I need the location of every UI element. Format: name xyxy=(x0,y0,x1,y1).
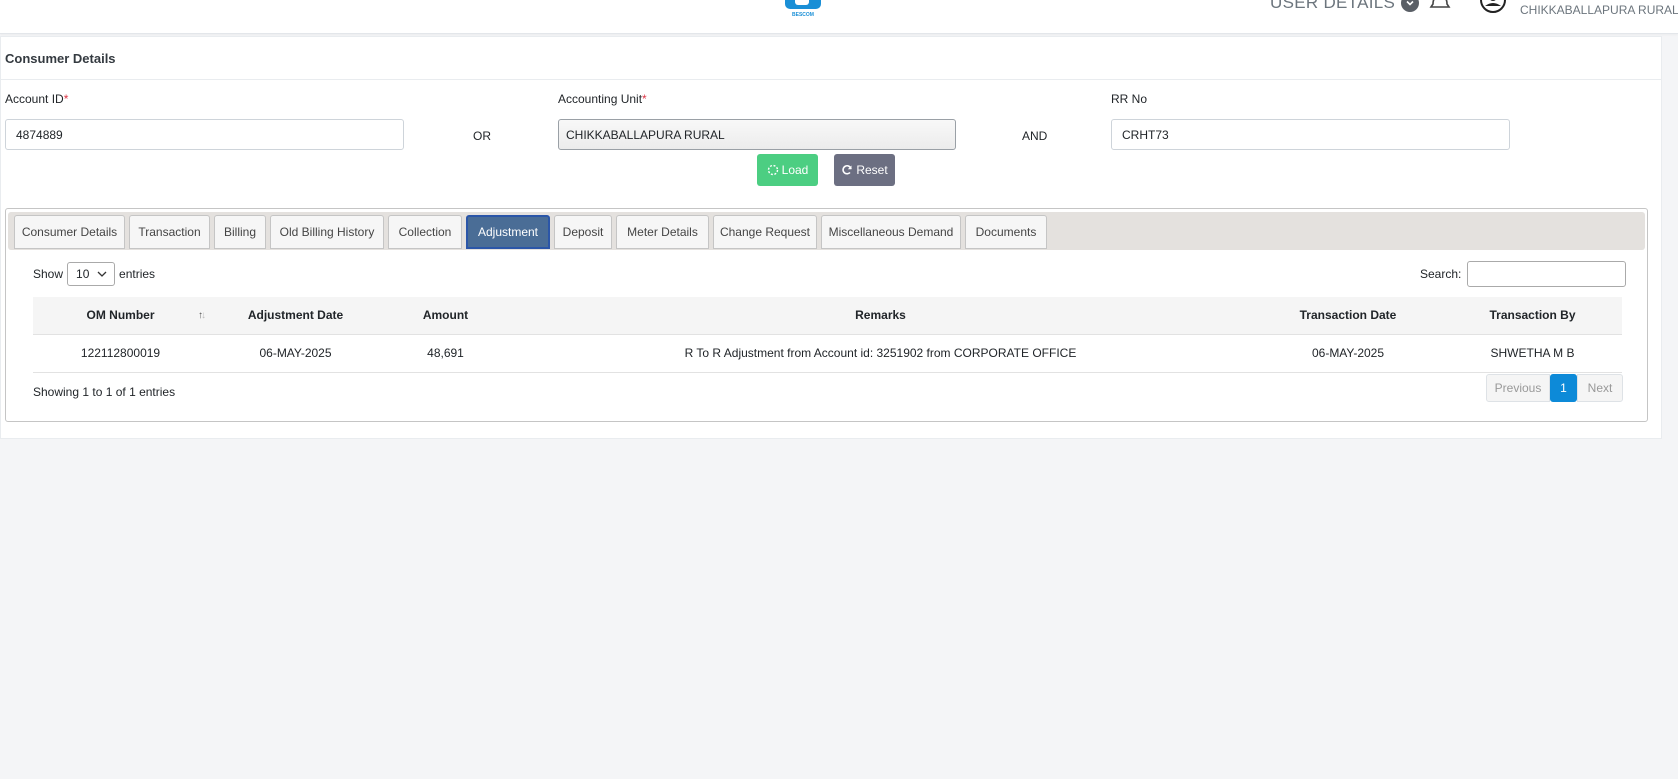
adjustment-table: OM Number ↑↓ Adjustment Date Amount Rema… xyxy=(33,297,1622,373)
show-label: Show xyxy=(33,267,64,281)
logo-text: BESCOM xyxy=(792,12,814,18)
top-header: BESCOM USER DETAILS CHIKKABALLAPURA RURA… xyxy=(0,0,1678,34)
next-page-button[interactable]: Next xyxy=(1577,374,1623,402)
tab-collection[interactable]: Collection xyxy=(388,215,462,249)
rr-no-input[interactable] xyxy=(1111,119,1510,150)
user-unit-name: CHIKKABALLAPURA RURAL xyxy=(1520,3,1678,17)
cell-remarks: R To R Adjustment from Account id: 32519… xyxy=(508,334,1253,373)
reset-button-label: Reset xyxy=(856,163,888,177)
sort-icon: ↑↓ xyxy=(198,310,206,321)
tab-meter-details[interactable]: Meter Details xyxy=(616,215,709,249)
col-adjustment-date[interactable]: Adjustment Date xyxy=(208,297,383,335)
tab-strip: Consumer Details Transaction Billing Old… xyxy=(8,212,1645,250)
card-title: Consumer Details xyxy=(5,50,116,66)
load-button[interactable]: Load xyxy=(757,154,818,186)
page-length-value: 10 xyxy=(76,267,90,281)
card-header: Consumer Details xyxy=(1,37,1661,80)
chevron-down-icon xyxy=(1401,0,1420,12)
tabs-panel: Consumer Details Transaction Billing Old… xyxy=(5,208,1648,422)
bescom-logo: BESCOM xyxy=(785,0,821,18)
tab-old-billing-history[interactable]: Old Billing History xyxy=(270,215,384,249)
tab-deposit[interactable]: Deposit xyxy=(554,215,612,249)
and-label: AND xyxy=(1022,129,1048,143)
spinner-icon xyxy=(767,164,778,176)
pagination: Previous 1 Next xyxy=(1486,374,1623,402)
tab-billing[interactable]: Billing xyxy=(214,215,266,249)
show-entries-control: Show 10 entries xyxy=(33,262,155,286)
accounting-unit-field[interactable] xyxy=(558,119,956,150)
table-search: Search: xyxy=(1420,261,1627,287)
cell-adjustment-date: 06-MAY-2025 xyxy=(208,334,383,373)
search-input[interactable] xyxy=(1467,261,1627,287)
tab-transaction[interactable]: Transaction xyxy=(129,215,210,249)
consumer-details-card: Consumer Details Account ID* OR Accounti… xyxy=(0,36,1662,439)
tab-consumer-details[interactable]: Consumer Details xyxy=(14,215,125,249)
refresh-icon xyxy=(842,165,853,175)
page-length-select[interactable]: 10 xyxy=(67,262,116,286)
tab-adjustment[interactable]: Adjustment xyxy=(466,215,550,249)
chevron-down-icon xyxy=(97,271,107,277)
user-avatar-icon[interactable] xyxy=(1478,0,1508,14)
col-om-number[interactable]: OM Number ↑↓ xyxy=(33,297,208,335)
reset-button[interactable]: Reset xyxy=(834,154,895,186)
rr-no-label: RR No xyxy=(1111,92,1148,106)
table-row: 122112800019 06-MAY-2025 48,691 R To R A… xyxy=(33,334,1622,373)
cell-transaction-date: 06-MAY-2025 xyxy=(1253,334,1443,373)
cell-amount: 48,691 xyxy=(383,334,508,373)
entries-label: entries xyxy=(119,267,156,281)
bell-icon[interactable] xyxy=(1429,0,1451,12)
search-label: Search: xyxy=(1420,267,1462,281)
cell-om-number: 122112800019 xyxy=(33,334,208,373)
account-id-input[interactable] xyxy=(5,119,404,150)
or-label: OR xyxy=(473,129,491,143)
table-info: Showing 1 to 1 of 1 entries xyxy=(33,385,176,399)
user-details-menu[interactable]: USER DETAILS xyxy=(1270,0,1420,14)
page-1-button[interactable]: 1 xyxy=(1550,374,1577,402)
col-amount[interactable]: Amount xyxy=(383,297,508,335)
previous-page-button[interactable]: Previous xyxy=(1486,374,1550,402)
col-transaction-by[interactable]: Transaction By xyxy=(1443,297,1622,335)
tab-documents[interactable]: Documents xyxy=(965,215,1047,249)
required-mark: * xyxy=(63,92,69,106)
col-remarks[interactable]: Remarks xyxy=(508,297,1253,335)
required-mark: * xyxy=(642,92,647,106)
col-transaction-date[interactable]: Transaction Date xyxy=(1253,297,1443,335)
table-header-row: OM Number ↑↓ Adjustment Date Amount Rema… xyxy=(33,297,1622,335)
load-button-label: Load xyxy=(781,163,809,177)
tab-change-request[interactable]: Change Request xyxy=(713,215,817,249)
cell-transaction-by: SHWETHA M B xyxy=(1443,334,1622,373)
account-id-label: Account ID* xyxy=(5,92,69,106)
accounting-unit-label: Accounting Unit* xyxy=(558,92,647,106)
user-details-label: USER DETAILS xyxy=(1270,0,1396,12)
tab-miscellaneous-demand[interactable]: Miscellaneous Demand xyxy=(821,215,961,249)
